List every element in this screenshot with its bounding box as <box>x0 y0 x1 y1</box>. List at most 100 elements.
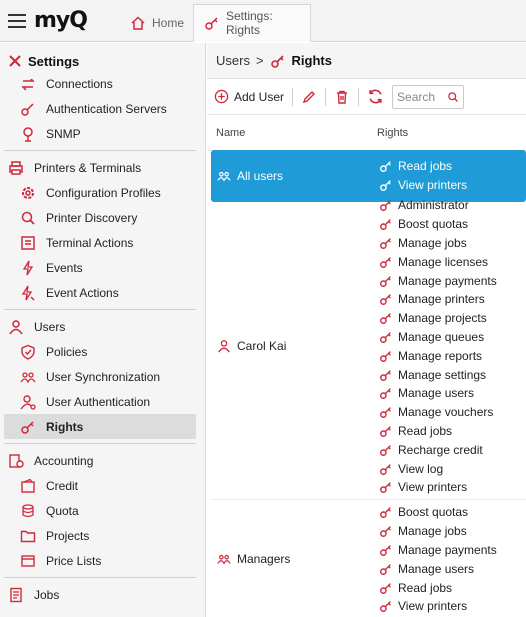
key-icon <box>21 420 34 434</box>
breadcrumb-parent[interactable]: Users <box>216 53 250 68</box>
add-user-button[interactable]: Add User <box>214 89 284 104</box>
sidebar-item-configuration-profiles[interactable]: Configuration Profiles <box>0 180 205 205</box>
top-bar: myQ Home Settings: Rights <box>0 0 526 42</box>
column-header-name[interactable]: Name <box>207 127 369 139</box>
key-icon <box>380 275 391 287</box>
tab-home[interactable]: Home <box>120 4 190 42</box>
add-user-label: Add User <box>234 89 285 104</box>
snmp-icon <box>23 126 33 142</box>
sidebar-item-connections[interactable]: Connections <box>0 79 205 96</box>
connections-icon <box>21 79 35 91</box>
tab-rights-label: Settings: Rights <box>226 9 273 37</box>
key-icon <box>380 332 391 343</box>
sidebar-item-user-synchronization[interactable]: User Synchronization <box>0 364 205 389</box>
row-name-cell: All users <box>211 157 377 195</box>
key-icon <box>380 161 391 173</box>
toolbar-divider <box>292 87 294 106</box>
refresh-button[interactable] <box>367 88 384 105</box>
key-icon <box>380 601 391 613</box>
search-input[interactable]: Search <box>392 84 465 109</box>
edit-button[interactable] <box>301 89 317 105</box>
right-label: Manage payments <box>398 542 497 557</box>
right-item: Manage printers <box>379 290 497 309</box>
sidebar-item-credit[interactable]: Credit <box>0 473 205 498</box>
price-list-icon <box>21 554 35 567</box>
quota-icon <box>22 503 34 517</box>
user-auth-icon <box>20 394 36 410</box>
right-label: View printers <box>398 599 468 614</box>
row-name-cell: Managers <box>211 503 377 616</box>
table-header: Name Rights <box>207 115 526 151</box>
key-icon <box>380 238 391 249</box>
sidebar-item-rights[interactable]: Rights <box>4 414 196 439</box>
right-item: Recharge credit <box>379 440 497 459</box>
key-icon <box>380 388 391 400</box>
row-rights-cell: Boost quotas Manage jobs Manage payments Ma… <box>377 503 497 616</box>
sidebar-item-events[interactable]: Events <box>0 255 205 280</box>
sidebar-group-jobs[interactable]: Jobs <box>0 582 205 607</box>
right-item: Manage projects <box>379 309 497 328</box>
right-label: Manage licenses <box>398 254 489 269</box>
sidebar-group-users[interactable]: Users <box>0 314 205 339</box>
sidebar-group-accounting[interactable]: Accounting <box>0 448 205 473</box>
add-circle-icon <box>214 89 229 104</box>
right-item: Read jobs <box>379 422 497 441</box>
key-icon <box>380 256 391 268</box>
home-icon <box>131 16 145 30</box>
refresh-icon <box>369 89 382 104</box>
right-item: View printers <box>379 597 497 616</box>
key-icon <box>380 219 391 231</box>
settings-tools-icon <box>9 55 21 67</box>
delete-button[interactable] <box>334 89 350 105</box>
tab-settings-rights[interactable]: Settings: Rights <box>193 4 311 42</box>
sidebar-list: Connections Authentication Servers SNMP … <box>0 79 205 607</box>
sidebar-item-authentication-servers[interactable]: Authentication Servers <box>0 96 205 121</box>
right-item: Boost quotas <box>379 503 497 522</box>
user-icon <box>9 319 23 334</box>
trash-icon <box>337 90 348 104</box>
sidebar-item-snmp[interactable]: SNMP <box>0 121 205 146</box>
toolbar: Add User Search <box>207 79 526 115</box>
right-label: Boost quotas <box>398 217 469 232</box>
key-icon <box>380 444 391 456</box>
right-label: Read jobs <box>398 159 453 174</box>
sidebar-item-user-authentication[interactable]: User Authentication <box>0 389 205 414</box>
column-header-rights[interactable]: Rights <box>369 127 408 139</box>
sidebar-header: Settings <box>0 43 205 79</box>
sidebar-item-terminal-actions[interactable]: Terminal Actions <box>0 230 205 255</box>
sidebar-group-printers-terminals[interactable]: Printers & Terminals <box>0 155 205 180</box>
right-item: Manage payments <box>379 541 497 560</box>
right-label: View printers <box>398 480 468 495</box>
menu-icon[interactable] <box>8 14 26 28</box>
row-rights-cell: Administrator Boost quotas Manage jobs Mana… <box>377 196 497 497</box>
right-item: Manage users <box>379 559 497 578</box>
jobs-icon <box>10 587 22 602</box>
event-actions-icon <box>21 285 35 301</box>
sidebar-item-policies[interactable]: Policies <box>0 339 205 364</box>
config-gear-icon <box>22 186 34 199</box>
right-label: Administrator <box>398 198 469 213</box>
discovery-icon <box>21 211 35 225</box>
right-label: View printers <box>398 178 468 193</box>
table-row[interactable]: Managers Boost quotas Manage jobs Manage pa… <box>211 499 526 617</box>
sidebar-item-printer-discovery[interactable]: Printer Discovery <box>0 205 205 230</box>
right-label: Boost quotas <box>398 505 469 520</box>
sidebar-item-price-lists[interactable]: Price Lists <box>0 548 205 573</box>
sidebar-item-quota[interactable]: Quota <box>0 498 205 523</box>
row-rights-cell: Read jobs View printers <box>377 157 467 195</box>
key-icon <box>380 294 391 306</box>
key-icon <box>380 407 391 419</box>
right-item: Read jobs <box>379 578 497 597</box>
sidebar-item-projects[interactable]: Projects <box>0 523 205 548</box>
sidebar-item-event-actions[interactable]: Event Actions <box>0 280 205 305</box>
key-icon <box>380 426 391 437</box>
right-label: Manage jobs <box>398 524 467 539</box>
divider <box>4 443 196 444</box>
myq-logo[interactable]: myQ <box>34 8 88 33</box>
right-item: Manage queues <box>379 328 497 347</box>
right-item: Manage vouchers <box>379 403 497 422</box>
table-row[interactable]: Carol Kai Administrator Boost quotas Manage… <box>211 194 526 500</box>
right-label: Read jobs <box>398 423 453 438</box>
folder-icon <box>20 530 36 542</box>
search-icon[interactable] <box>447 91 459 103</box>
